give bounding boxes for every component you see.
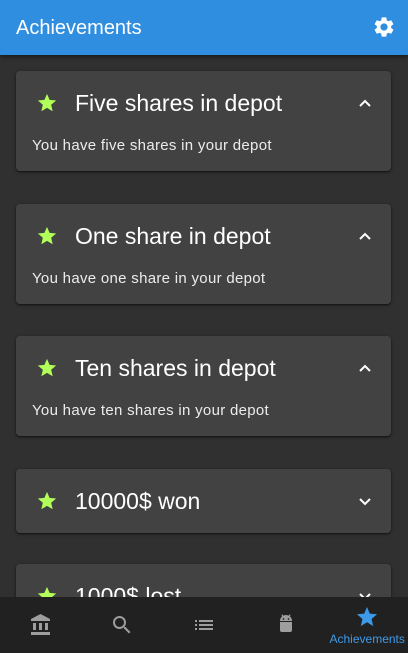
- achievement-header[interactable]: Five shares in depot: [16, 71, 391, 135]
- achievement-description: You have one share in your depot: [32, 270, 266, 287]
- achievement-title: Five shares in depot: [75, 90, 283, 116]
- achievement-card: Five shares in depot You have five share…: [16, 71, 391, 171]
- achievement-header[interactable]: Ten shares in depot: [16, 336, 391, 400]
- star-icon: [37, 358, 57, 377]
- star-icon: [37, 226, 57, 245]
- achievement-header[interactable]: 1000$ lost: [16, 564, 391, 597]
- achievement-header[interactable]: 10000$ won: [16, 469, 391, 533]
- achievement-title: One share in depot: [75, 223, 271, 249]
- chevron-up-icon[interactable]: [357, 95, 373, 111]
- achievement-description: You have five shares in your depot: [32, 137, 272, 154]
- nav-item-achievements[interactable]: Achievements: [326, 597, 408, 653]
- star-icon: [357, 607, 378, 626]
- page-title: Achievements: [16, 17, 142, 39]
- star-icon: [37, 586, 57, 597]
- nav-label-achievements: Achievements: [329, 632, 405, 646]
- bottom-navigation: Achievements: [0, 597, 408, 653]
- star-icon: [37, 93, 57, 112]
- chevron-down-icon[interactable]: [357, 588, 373, 597]
- app-bar: Achievements: [0, 0, 408, 55]
- nav-item-android[interactable]: [245, 597, 327, 653]
- search-icon: [113, 616, 131, 634]
- achievement-card: 1000$ lost: [16, 564, 391, 597]
- list-icon: [194, 620, 213, 630]
- achievement-header[interactable]: One share in depot: [16, 204, 391, 268]
- achievement-title: 1000$ lost: [75, 583, 182, 597]
- chevron-down-icon[interactable]: [357, 493, 373, 509]
- gear-icon: [374, 17, 394, 37]
- achievement-card: One share in depot You have one share in…: [16, 204, 391, 304]
- chevron-up-icon[interactable]: [357, 228, 373, 244]
- achievement-title: Ten shares in depot: [75, 355, 276, 381]
- chevron-up-icon[interactable]: [357, 360, 373, 376]
- achievement-card: Ten shares in depot You have ten shares …: [16, 336, 391, 436]
- achievement-title: 10000$ won: [75, 488, 201, 514]
- bank-icon: [30, 614, 50, 635]
- nav-item-bank[interactable]: [0, 597, 82, 653]
- star-icon: [37, 491, 57, 510]
- nav-item-list[interactable]: [163, 597, 245, 653]
- achievement-description: You have ten shares in your depot: [32, 402, 270, 419]
- settings-button[interactable]: [372, 15, 396, 39]
- android-icon: [279, 614, 292, 632]
- achievements-list[interactable]: Five shares in depot You have five share…: [0, 55, 408, 597]
- nav-item-search[interactable]: [82, 597, 164, 653]
- achievement-card: 10000$ won: [16, 469, 391, 533]
